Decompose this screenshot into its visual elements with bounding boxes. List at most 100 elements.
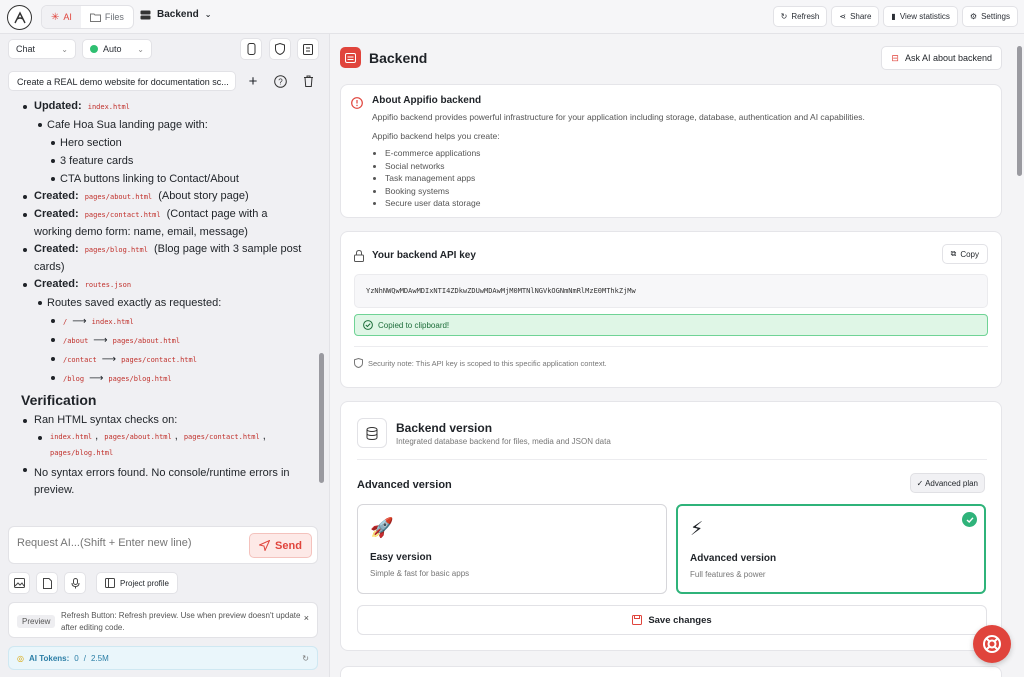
chat-scrollbar[interactable] (318, 98, 326, 518)
version-subtitle: Integrated database backend for files, m… (396, 437, 611, 446)
route-to: index.html (91, 318, 134, 326)
send-icon (259, 540, 271, 551)
view-statistics-button[interactable]: ▮ View statistics (883, 6, 958, 27)
api-key-value[interactable]: YzNhNWQwMDAwMDIxNTI4ZDkwZDUwMDAwMjM0MTNl… (354, 274, 988, 308)
selected-check-icon (962, 512, 977, 527)
attach-file-button[interactable] (36, 572, 58, 594)
delete-conversation-button[interactable] (297, 70, 319, 92)
alert-circle-icon (351, 97, 363, 109)
option-subtitle: Full features & power (690, 570, 766, 579)
security-note-text: Security note: This API key is scoped to… (368, 358, 607, 368)
chat-messages: Updated: index.html Cafe Hoa Sua landing… (8, 98, 306, 518)
send-button[interactable]: Send (249, 533, 312, 558)
scrollbar-thumb[interactable] (319, 353, 324, 483)
copy-icon: ⧉ (950, 249, 957, 258)
chevron-down-icon: ⌄ (204, 10, 212, 19)
new-conversation-button[interactable]: + (242, 70, 264, 92)
arrow-icon: ⟶ (89, 373, 104, 384)
tokens-label: AI Tokens: (28, 653, 70, 663)
mobile-view-button[interactable] (240, 38, 262, 60)
created-desc: (About story page) (158, 190, 249, 202)
project-profile-button[interactable]: Project profile (96, 572, 178, 594)
close-icon[interactable]: × (304, 613, 309, 623)
ask-ai-button[interactable]: ⊟ Ask AI about backend (881, 46, 1002, 70)
list-item: Social networks (385, 160, 480, 173)
ai-chat-panel: Chat ⌄ Auto ⌄ Create a REAL demo website… (0, 34, 330, 677)
scrollbar-thumb[interactable] (1017, 46, 1022, 176)
ai-tokens-bar: ◎ AI Tokens: 0 / 2.5M ↻ (8, 646, 318, 670)
list-item: Created: pages/blog.html (Blog page with… (8, 241, 306, 276)
arrow-icon: ⟶ (72, 316, 87, 327)
created-label: Created: (34, 190, 79, 202)
page-scrollbar[interactable] (1015, 34, 1024, 677)
tip-text: Refresh Button: Refresh preview. Use whe… (61, 611, 301, 632)
shield-icon (354, 358, 363, 368)
trash-icon (303, 75, 313, 87)
verification-heading: Verification (21, 392, 97, 408)
route-item: /blog ⟶ pages/blog.html (8, 369, 306, 388)
list-item: Ran HTML syntax checks on: (8, 412, 306, 429)
plan-badge: ✓ Advanced plan (909, 473, 985, 493)
file-code: routes.json (84, 281, 132, 289)
status-dot-icon (90, 45, 98, 53)
list-item: Booking systems (385, 185, 480, 198)
server-icon (140, 10, 151, 19)
logo-icon (13, 10, 26, 23)
list-item: No syntax errors found. No console/runti… (8, 461, 306, 499)
tab-files[interactable]: Files (81, 6, 133, 28)
easy-version-option[interactable]: 🚀 Easy version Simple & fast for basic a… (357, 504, 667, 594)
support-fab-button[interactable] (973, 625, 1011, 663)
share-icon: ⋖ (839, 12, 847, 21)
model-select[interactable]: Auto ⌄ (82, 39, 152, 59)
chat-input[interactable] (17, 537, 247, 549)
coins-icon: ◎ (17, 653, 24, 663)
bar-chart-icon: ▮ (891, 12, 896, 21)
help-button[interactable]: ? (269, 70, 291, 92)
share-button[interactable]: ⋖ Share (831, 6, 880, 27)
list-item: index.html, pages/about.html, pages/cont… (8, 429, 306, 461)
attach-image-button[interactable] (8, 572, 30, 594)
list-item: Task management apps (385, 172, 480, 185)
voice-input-button[interactable] (64, 572, 86, 594)
app-logo[interactable] (7, 5, 32, 30)
help-icon: ? (273, 74, 287, 88)
settings-button[interactable]: ⚙ Settings (961, 6, 1018, 27)
shield-button[interactable] (269, 38, 291, 60)
refresh-tokens-icon[interactable]: ↻ (302, 654, 309, 663)
lock-icon (354, 250, 364, 262)
copied-label: Copied to clipboard! (378, 320, 450, 330)
project-selector[interactable]: Backend ⌄ (140, 9, 211, 20)
option-title: Easy version (370, 552, 432, 563)
list-item: Cafe Hoa Sua landing page with: (8, 116, 306, 134)
tab-ai-label: AI (63, 12, 72, 22)
next-card (340, 666, 1002, 677)
version-title: Backend version (396, 421, 493, 435)
about-title: About Appifio backend (372, 95, 482, 106)
conversation-select[interactable]: Create a REAL demo website for documenta… (8, 71, 236, 91)
svg-text:?: ? (278, 77, 283, 86)
preview-badge: Preview (17, 615, 56, 628)
about-list: E-commerce applications Social networks … (385, 147, 480, 210)
save-changes-label: Save changes (648, 614, 712, 626)
route-item: / ⟶ index.html (8, 312, 306, 331)
list-item: CTA buttons linking to Contact/About (8, 170, 306, 188)
about-description: Appifio backend provides powerful infras… (372, 112, 865, 122)
refresh-button[interactable]: ↻ Refresh (772, 6, 828, 27)
route-item: /about ⟶ pages/about.html (8, 331, 306, 350)
option-subtitle: Simple & fast for basic apps (370, 569, 470, 578)
chat-input-box: Send (8, 526, 318, 564)
folder-icon (89, 13, 101, 22)
refresh-icon: ↻ (780, 12, 788, 21)
route-from: /contact (63, 356, 97, 364)
save-changes-button[interactable]: Save changes (357, 605, 987, 635)
advanced-version-option[interactable]: ⚡ Advanced version Full features & power (676, 504, 986, 594)
settings-label: Settings (981, 12, 1010, 21)
backend-panel: Backend ⊟ Ask AI about backend About App… (331, 34, 1024, 677)
mode-select[interactable]: Chat ⌄ (8, 39, 76, 59)
about-helps-label: Appifio backend helps you create: (372, 131, 500, 141)
file-code: pages/blog.html (50, 449, 114, 457)
clipboard-button[interactable] (297, 38, 319, 60)
copy-button[interactable]: ⧉ Copy (941, 244, 988, 264)
lightning-icon: ⚡ (690, 519, 704, 540)
tab-ai[interactable]: ✳ AI (42, 6, 81, 28)
